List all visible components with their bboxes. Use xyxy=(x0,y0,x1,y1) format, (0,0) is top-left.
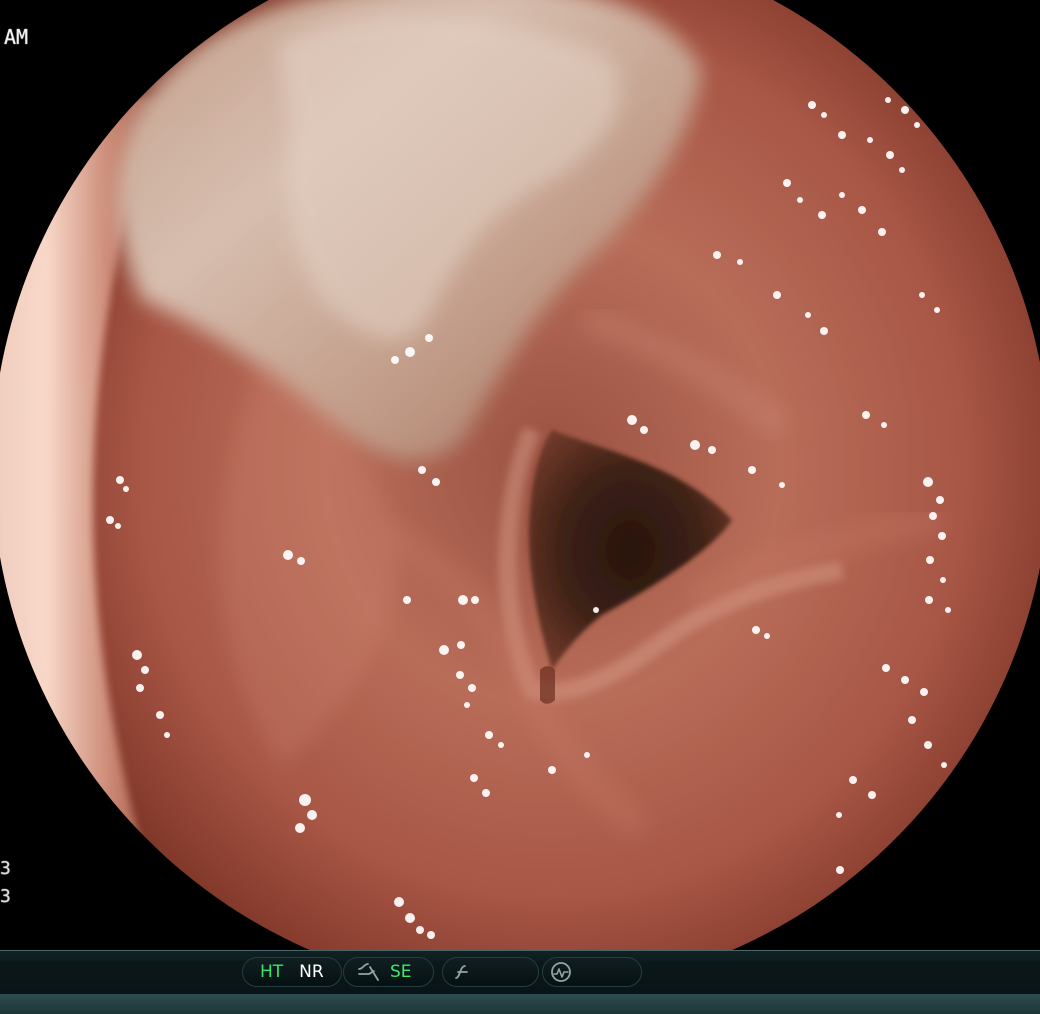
status-group-wave xyxy=(542,957,642,987)
left-edge-mark: 3 xyxy=(0,858,11,879)
nr-indicator: NR xyxy=(299,962,324,982)
endoscopic-image xyxy=(0,0,1040,1014)
status-group-se: SE xyxy=(343,957,434,987)
mucosa-view-svg xyxy=(0,0,1040,994)
structure-enhancement-icon xyxy=(357,962,380,982)
endoscopy-screen: AM 3 3 HT NR SE xyxy=(0,0,1040,1014)
waveform-icon xyxy=(549,961,572,984)
ht-indicator: HT xyxy=(260,962,284,982)
left-edge-mark: 3 xyxy=(0,886,11,907)
processor-status-bar: HT NR SE xyxy=(0,950,1040,1014)
status-group-curve xyxy=(442,957,539,987)
se-indicator: SE xyxy=(390,962,412,982)
status-group-ht-nr: HT NR xyxy=(242,957,342,987)
top-left-overlay-text: AM xyxy=(4,25,29,49)
curve-icon xyxy=(452,961,474,983)
